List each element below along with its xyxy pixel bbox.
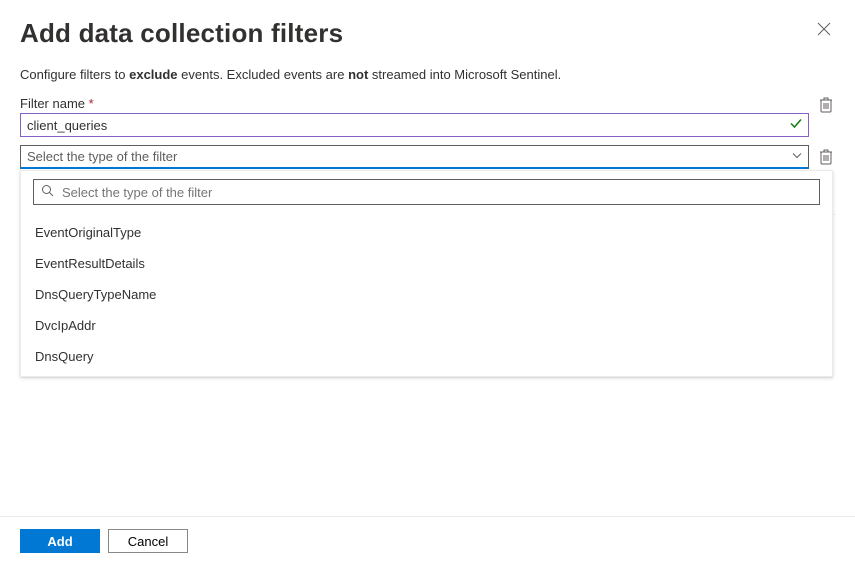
- add-button[interactable]: Add: [20, 529, 100, 553]
- dropdown-option[interactable]: EventResultDetails: [33, 248, 820, 279]
- delete-type-button[interactable]: [819, 149, 835, 165]
- search-icon: [41, 184, 54, 200]
- dropdown-option[interactable]: DnsQueryTypeName: [33, 279, 820, 310]
- dropdown-option[interactable]: DvcIpAddr: [33, 310, 820, 341]
- trash-icon: [819, 97, 833, 113]
- delete-filter-button[interactable]: [819, 97, 835, 113]
- trash-icon: [819, 149, 833, 165]
- filter-type-search-input[interactable]: [33, 179, 820, 205]
- filter-name-label: Filter name *: [20, 96, 809, 111]
- page-title: Add data collection filters: [20, 18, 343, 49]
- close-button[interactable]: [813, 18, 835, 43]
- filter-type-select[interactable]: Select the type of the filter: [20, 145, 809, 169]
- dropdown-option[interactable]: DnsQuery: [33, 341, 820, 372]
- close-icon: [817, 22, 831, 36]
- description-text: Configure filters to exclude events. Exc…: [0, 63, 855, 96]
- filter-name-input[interactable]: [20, 113, 809, 137]
- footer: Add Cancel: [0, 516, 855, 565]
- dropdown-option[interactable]: EventOriginalType: [33, 217, 820, 248]
- cancel-button[interactable]: Cancel: [108, 529, 188, 553]
- filter-type-dropdown: EventOriginalType EventResultDetails Dns…: [20, 170, 833, 377]
- check-icon: [789, 117, 803, 134]
